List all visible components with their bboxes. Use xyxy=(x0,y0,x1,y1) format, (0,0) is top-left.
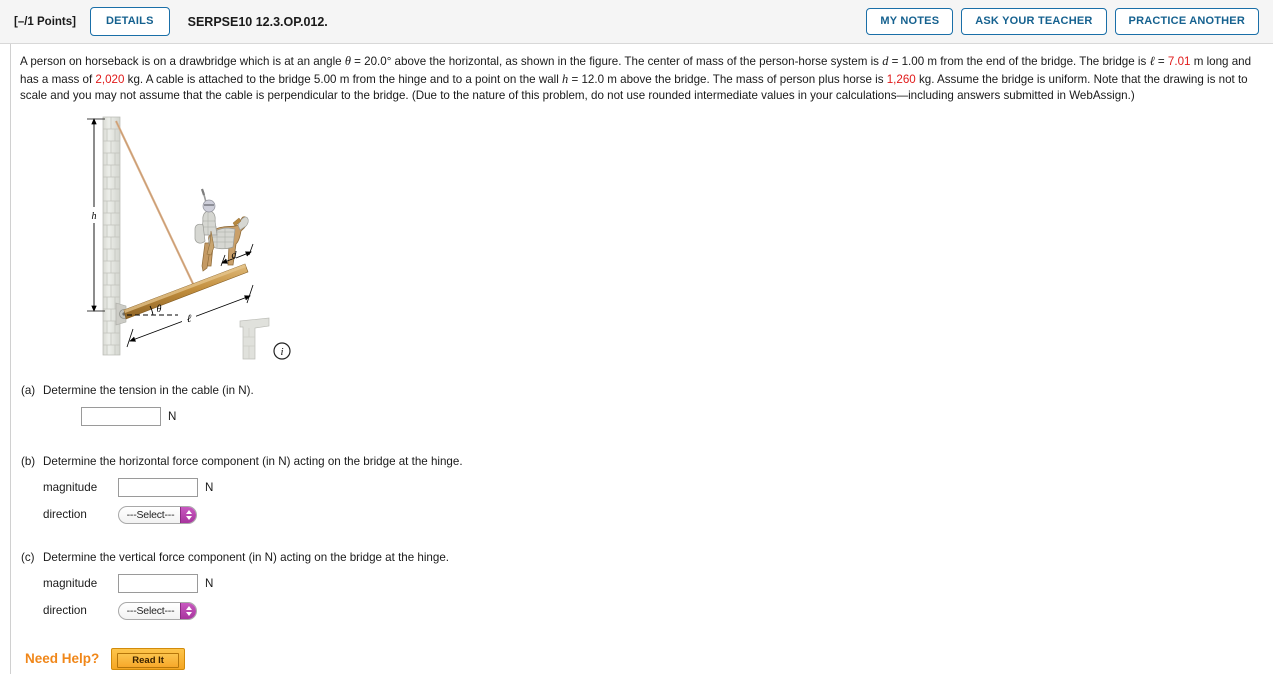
problem-text-1: A person on horseback is on a drawbridge… xyxy=(20,55,345,68)
question-header: [–/1 Points] DETAILS SERPSE10 12.3.OP.01… xyxy=(0,0,1273,44)
question-content: A person on horseback is on a drawbridge… xyxy=(10,44,1273,674)
problem-text-6: kg. A cable is attached to the bridge 5.… xyxy=(124,72,563,86)
info-icon[interactable]: i xyxy=(273,342,291,360)
horizontal-direction-value: ---Select--- xyxy=(126,508,175,521)
d-label: d xyxy=(232,250,238,261)
part-a: (a) Determine the tension in the cable (… xyxy=(11,383,1273,426)
drawbridge-figure: h d θ ℓ i xyxy=(83,113,313,371)
vertical-direction-value: ---Select--- xyxy=(126,604,175,617)
horse-and-rider xyxy=(194,188,249,272)
part-b-magnitude-label: magnitude xyxy=(43,480,98,494)
tension-unit: N xyxy=(168,409,177,423)
problem-statement: A person on horseback is on a drawbridge… xyxy=(11,44,1273,105)
ask-your-teacher-button[interactable]: ASK YOUR TEACHER xyxy=(961,8,1107,35)
part-c-magnitude-unit: N xyxy=(205,576,214,590)
part-b-magnitude-unit: N xyxy=(205,480,214,494)
points-display: [–/1 Points] xyxy=(14,15,76,28)
drawbridge-diagram-svg: h d θ ℓ i xyxy=(87,116,291,360)
vertical-direction-select[interactable]: ---Select--- xyxy=(118,601,197,620)
vertical-magnitude-input[interactable] xyxy=(118,573,198,593)
problem-text-2: = 20.0° above the horizontal, as shown i… xyxy=(350,55,883,68)
problem-text-4: = xyxy=(1154,55,1168,68)
part-c: (c) Determine the vertical force compone… xyxy=(11,550,1273,620)
need-help-section: Need Help? Read It xyxy=(11,647,1273,670)
header-actions: MY NOTES ASK YOUR TEACHER PRACTICE ANOTH… xyxy=(866,8,1259,35)
part-c-magnitude-label: magnitude xyxy=(43,576,98,590)
my-notes-button[interactable]: MY NOTES xyxy=(866,8,954,35)
part-c-direction-label: direction xyxy=(43,604,87,618)
tension-input[interactable] xyxy=(81,406,161,426)
read-it-button[interactable]: Read It xyxy=(111,647,185,670)
part-b-direction-row: direction ---Select--- xyxy=(43,505,463,524)
read-it-label: Read It xyxy=(117,652,179,668)
person-horse-mass-value: 1,260 xyxy=(886,72,916,86)
horizontal-direction-select[interactable]: ---Select--- xyxy=(118,505,197,524)
chevron-updown-icon xyxy=(180,506,196,523)
part-a-question: Determine the tension in the cable (in N… xyxy=(43,383,254,397)
part-b-question: Determine the horizontal force component… xyxy=(43,454,463,468)
h-label: h xyxy=(92,211,97,222)
part-b-magnitude-row: magnitude N xyxy=(43,477,463,497)
problem-text-3: = 1.00 m from the end of the bridge. The… xyxy=(888,55,1150,68)
chevron-updown-icon xyxy=(180,602,196,619)
part-b-direction-label: direction xyxy=(43,508,87,522)
ell-value: 7.01 xyxy=(1167,55,1191,68)
part-c-magnitude-row: magnitude N xyxy=(43,573,449,593)
svg-text:i: i xyxy=(280,346,283,358)
question-id-label: SERPSE10 12.3.OP.012. xyxy=(187,14,328,29)
details-button[interactable]: DETAILS xyxy=(89,7,170,36)
need-help-label: Need Help? xyxy=(25,651,100,667)
h-dimension: h xyxy=(87,117,105,312)
part-a-label: (a) xyxy=(21,383,36,397)
part-c-question: Determine the vertical force component (… xyxy=(43,550,450,564)
horizontal-magnitude-input[interactable] xyxy=(118,477,198,497)
bridge-mass-value: 2,020 xyxy=(95,72,125,86)
ell-label: ℓ xyxy=(187,313,192,325)
part-b-label: (b) xyxy=(21,454,36,468)
part-c-label: (c) xyxy=(21,550,35,564)
theta-label: θ xyxy=(157,304,162,315)
part-a-answer-row: N xyxy=(43,406,254,426)
part-b: (b) Determine the horizontal force compo… xyxy=(11,454,1273,524)
practice-another-button[interactable]: PRACTICE ANOTHER xyxy=(1114,8,1259,35)
far-pillar xyxy=(239,317,270,360)
part-c-direction-row: direction ---Select--- xyxy=(43,601,449,620)
problem-text-7: = 12.0 m above the bridge. The mass of p… xyxy=(568,72,887,86)
cable xyxy=(115,120,196,289)
